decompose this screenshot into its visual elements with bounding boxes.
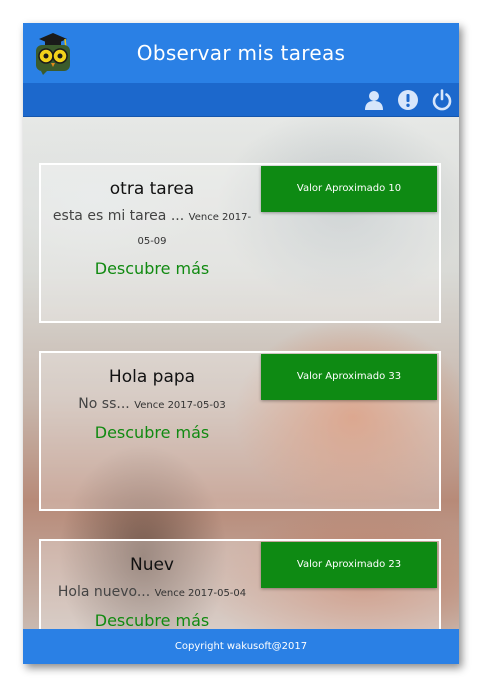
discover-more-link[interactable]: Descubre más [95, 259, 209, 278]
power-icon[interactable] [431, 89, 453, 111]
task-title: Hola papa [108, 367, 196, 387]
owl-graduate-icon [36, 33, 70, 75]
task-description: Hola nuevo... Vence 2017-05-04 [41, 581, 263, 605]
task-description: esta es mi tarea ... Vence 2017-05-09 [41, 205, 263, 253]
info-icon[interactable] [397, 89, 419, 111]
task-due-date: Vence 2017-05-04 [154, 588, 247, 599]
task-description-text: esta es mi tarea ... [52, 208, 185, 224]
task-info: Nuev Hola nuevo... Vence 2017-05-04 Desc… [41, 541, 263, 629]
user-icon[interactable] [363, 89, 385, 111]
task-info: Hola papa No ss... Vence 2017-05-03 Desc… [41, 353, 263, 442]
task-title: otra tarea [109, 179, 195, 199]
task-list: otra tarea esta es mi tarea ... Vence 20… [23, 117, 459, 629]
top-bar: Observar mis tareas [23, 23, 459, 83]
toolbar [23, 83, 459, 117]
app-window: Observar mis tareas otra tarea esta es m… [23, 23, 459, 664]
discover-more-link[interactable]: Descubre más [95, 423, 209, 442]
task-card: Nuev Hola nuevo... Vence 2017-05-04 Desc… [39, 539, 441, 629]
value-button[interactable]: Valor Aproximado 33 [261, 354, 437, 400]
page-title: Observar mis tareas [136, 41, 346, 65]
task-card: Hola papa No ss... Vence 2017-05-03 Desc… [39, 351, 441, 511]
discover-more-link[interactable]: Descubre más [95, 611, 209, 629]
task-due-date: Vence 2017-05-03 [134, 400, 226, 411]
task-description-text: No ss... [78, 396, 130, 412]
task-card: otra tarea esta es mi tarea ... Vence 20… [39, 163, 441, 323]
task-description: No ss... Vence 2017-05-03 [41, 393, 263, 417]
task-info: otra tarea esta es mi tarea ... Vence 20… [41, 165, 263, 278]
task-title: Nuev [129, 555, 174, 575]
footer-copyright: Copyright wakusoft@2017 [23, 629, 459, 664]
value-button[interactable]: Valor Aproximado 10 [261, 166, 437, 212]
task-description-text: Hola nuevo... [57, 584, 151, 600]
value-button[interactable]: Valor Aproximado 23 [261, 542, 437, 588]
